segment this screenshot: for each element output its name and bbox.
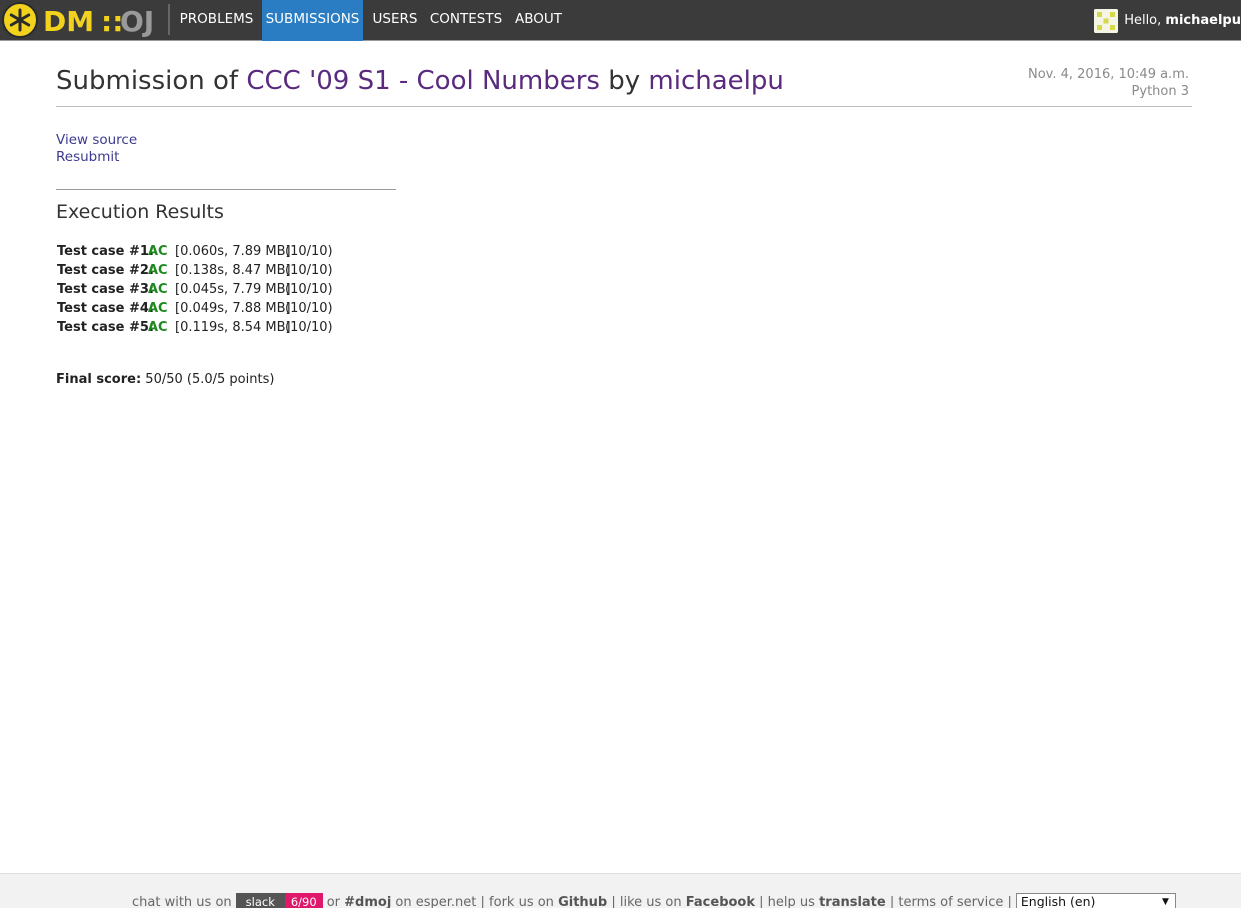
github-link[interactable]: Github <box>558 895 607 908</box>
test-case-status: AC <box>148 301 168 316</box>
logo-divider <box>168 4 170 35</box>
test-case-points: (10/10) <box>285 244 333 259</box>
footer-chat-text: chat with us on <box>132 894 232 908</box>
nav-users[interactable]: USERS <box>367 0 423 41</box>
test-case-resources: [0.049s, 7.88 MB] <box>175 301 291 316</box>
avatar[interactable] <box>1094 8 1119 33</box>
svg-text:OJ: OJ <box>120 5 154 38</box>
header-divider <box>56 106 1192 107</box>
test-case-row: Test case #2:AC [0.138s, 8.47 MB](10/10) <box>57 261 333 280</box>
final-score: Final score: 50/50 (5.0/5 points) <box>56 372 274 387</box>
submission-meta: Nov. 4, 2016, 10:49 a.m. Python 3 <box>1028 66 1189 100</box>
test-case-points: (10/10) <box>285 282 333 297</box>
top-navbar: DM :: OJ PROBLEMS SUBMISSIONS USERS CONT… <box>0 0 1241 41</box>
nav-contests[interactable]: CONTESTS <box>426 0 506 41</box>
nav-submissions[interactable]: SUBMISSIONS <box>262 0 363 41</box>
view-source-link[interactable]: View source <box>56 132 137 148</box>
greeting-text: Hello, <box>1124 13 1162 28</box>
test-case-points: (10/10) <box>285 263 333 278</box>
submission-date: Nov. 4, 2016, 10:49 a.m. <box>1027 67 1189 82</box>
language-select[interactable]: English (en) ▼ <box>1015 893 1176 908</box>
footer: chat with us on slack 6/90 or #dmoj on es… <box>0 873 1241 908</box>
test-case-resources: [0.060s, 7.89 MB] <box>175 244 291 259</box>
slack-count: 6/90 <box>284 893 323 908</box>
footer-esper-text: on esper.net | <box>395 894 485 908</box>
execution-results-heading: Execution Results <box>56 201 224 223</box>
problem-link[interactable]: CCC '09 S1 - Cool Numbers <box>246 66 600 96</box>
test-case-status: AC <box>148 282 168 297</box>
page-title: Submission of CCC '09 S1 - Cool Numbers … <box>56 66 784 96</box>
footer-or-text: or <box>326 894 340 908</box>
test-case-row: Test case #1:AC [0.060s, 7.89 MB](10/10) <box>57 242 333 261</box>
test-case-label: Test case #1: <box>57 244 155 259</box>
footer-like-text: | like us on <box>611 894 682 908</box>
resubmit-link[interactable]: Resubmit <box>56 149 119 165</box>
footer-help-text: | help us <box>759 894 815 908</box>
test-case-label: Test case #4: <box>57 301 155 316</box>
test-case-resources: [0.138s, 8.47 MB] <box>175 263 291 278</box>
user-menu[interactable]: Hello, michaelpu <box>1094 0 1241 41</box>
test-case-label: Test case #5: <box>57 320 155 335</box>
user-greeting: Hello, michaelpu <box>1124 13 1241 28</box>
title-prefix: Submission of <box>56 66 239 96</box>
terms-of-service-link[interactable]: | terms of service | <box>890 895 1012 908</box>
test-case-status: AC <box>148 263 168 278</box>
test-case-row: Test case #5:AC [0.119s, 8.54 MB](10/10) <box>57 318 333 337</box>
test-case-status: AC <box>148 244 168 259</box>
footer-links: chat with us on slack 6/90 or #dmoj on es… <box>132 893 1176 908</box>
test-case-points: (10/10) <box>285 301 333 316</box>
svg-text:DM: DM <box>43 5 94 38</box>
nav-username[interactable]: michaelpu <box>1165 13 1241 28</box>
facebook-link[interactable]: Facebook <box>686 895 755 908</box>
translate-link[interactable]: translate <box>819 895 886 908</box>
test-case-row: Test case #3:AC [0.045s, 7.79 MB](10/10) <box>57 280 333 299</box>
nav-about[interactable]: ABOUT <box>510 0 567 41</box>
slack-label: slack <box>235 893 285 908</box>
title-by: by <box>608 66 641 96</box>
test-case-label: Test case #3: <box>57 282 155 297</box>
nav-problems[interactable]: PROBLEMS <box>176 0 257 41</box>
test-case-list: Test case #1:AC [0.060s, 7.89 MB](10/10) … <box>57 242 333 337</box>
final-score-value: 50/50 (5.0/5 points) <box>145 372 275 387</box>
language-select-value: English (en) <box>1020 894 1096 908</box>
test-case-status: AC <box>148 320 168 335</box>
test-case-points: (10/10) <box>285 320 333 335</box>
user-link[interactable]: michaelpu <box>648 66 783 96</box>
test-case-label: Test case #2: <box>57 263 155 278</box>
slack-badge[interactable]: slack 6/90 <box>235 893 323 908</box>
section-divider <box>56 189 396 190</box>
chevron-down-icon: ▼ <box>1161 897 1169 907</box>
submission-language: Python 3 <box>1131 84 1189 99</box>
test-case-row: Test case #4:AC [0.049s, 7.88 MB](10/10) <box>57 299 333 318</box>
final-score-label: Final score: <box>56 372 142 387</box>
test-case-resources: [0.045s, 7.79 MB] <box>175 282 291 297</box>
footer-fork-text: fork us on <box>489 894 554 908</box>
irc-channel-link[interactable]: #dmoj <box>344 895 391 908</box>
test-case-resources: [0.119s, 8.54 MB] <box>175 320 291 335</box>
site-logo[interactable]: DM :: OJ <box>0 0 168 41</box>
